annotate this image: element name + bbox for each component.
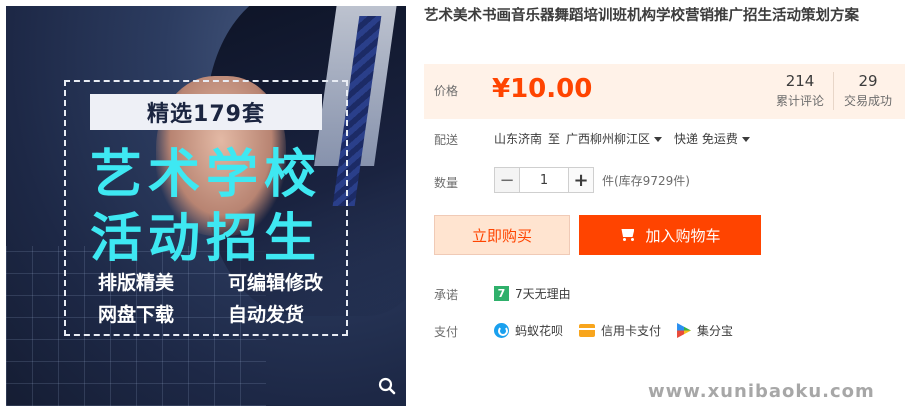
promise-text: 7天无理由 [515,287,571,301]
jifenbao-icon [677,323,692,338]
magnifier-icon[interactable] [378,377,396,400]
promise-label: 承诺 [434,288,459,302]
increase-button[interactable]: + [568,167,594,193]
add-to-cart-button[interactable]: 加入购物车 [579,215,761,255]
buy-now-button[interactable]: 立即购买 [434,215,570,255]
shipping-select[interactable]: 快递 免运费 [674,130,750,147]
credit-card-icon [579,324,596,337]
decrease-button[interactable]: − [494,167,520,193]
image-feature: 可编辑修改 [228,272,324,294]
promise-row[interactable]: 7 7天无理由 [494,285,571,302]
delivery-label: 配送 [434,133,459,147]
cart-icon [619,228,637,242]
deals-label: 交易成功 [844,94,893,108]
shipping-text: 快递 免运费 [674,132,738,146]
reviews-count: 214 [785,72,815,90]
seven-day-icon: 7 [494,286,509,301]
payment-label: 支付 [434,325,459,339]
reviews-label: 累计评论 [776,94,825,108]
quantity-stepper: − 1 + 件(库存9729件) [494,167,690,193]
watermark: www.xunibaoku.com [648,381,875,402]
quantity-label: 数量 [434,176,459,190]
destination-text: 广西柳州柳江区 [566,132,651,146]
destination-select[interactable]: 广西柳州柳江区 [566,130,663,147]
chevron-down-icon [654,137,663,142]
image-feature: 网盘下载 [98,304,175,326]
payment-huabei[interactable]: 蚂蚁花呗 [494,322,563,339]
stock-text: 件(库存9729件) [602,173,690,188]
reviews-stat[interactable]: 214 累计评论 [776,72,824,109]
payment-methods: 蚂蚁花呗 信用卡支付 集分宝 [494,322,749,339]
image-badge: 精选179套 [90,94,322,130]
delivery-row: 山东济南 至 广西柳州柳江区 快递 免运费 [494,130,750,147]
huabei-icon [494,323,509,338]
deals-count: 29 [858,72,878,90]
product-image[interactable]: 精选179套 艺术学校 活动招生 排版精美 可编辑修改 网盘下载 自动发货 [6,6,406,406]
payment-method-label: 集分宝 [697,324,734,338]
payment-credit-card[interactable]: 信用卡支付 [579,322,661,339]
add-to-cart-label: 加入购物车 [645,226,721,245]
price-label: 价格 [434,84,459,98]
delivery-from: 山东济南 [494,132,543,146]
price-value: ¥10.00 [492,74,593,104]
image-feature: 排版精美 [98,272,175,294]
image-headline-2: 活动招生 [89,209,322,269]
stat-divider [833,72,834,110]
product-title: 艺术美术书画音乐器舞蹈培训班机构学校营销推广招生活动策划方案 [424,8,859,24]
payment-jifenbao[interactable]: 集分宝 [677,322,733,339]
delivery-to-word: 至 [548,132,561,146]
quantity-input[interactable]: 1 [520,167,568,193]
price-panel: 价格 ¥10.00 214 累计评论 29 交易成功 [424,64,905,119]
payment-method-label: 蚂蚁花呗 [515,324,564,338]
deals-stat: 29 交易成功 [844,72,892,109]
image-feature: 自动发货 [228,304,305,326]
chevron-down-icon [741,137,750,142]
payment-method-label: 信用卡支付 [601,324,662,338]
